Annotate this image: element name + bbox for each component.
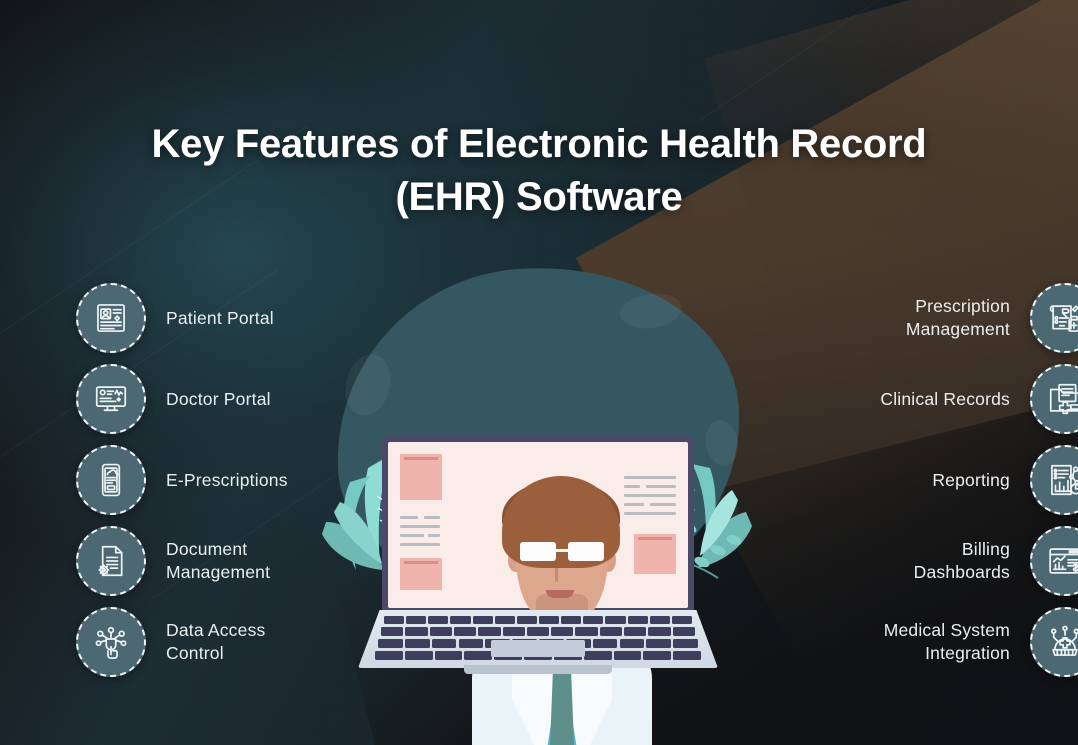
feature-item-prescription-management[interactable]: Prescription Management	[770, 278, 1078, 358]
feature-label: Document Management	[166, 539, 271, 582]
keyboard-key	[464, 651, 493, 660]
feature-item-medical-system-integration[interactable]: Medical System Integration	[770, 602, 1078, 682]
screen-text-line	[400, 543, 440, 546]
keyboard-key	[673, 651, 701, 660]
eyeglass-bridge	[556, 549, 568, 552]
mobile-prescription-icon	[76, 445, 146, 515]
keyboard-key	[453, 627, 477, 636]
laptop	[358, 436, 718, 745]
keyboard-key	[592, 639, 618, 648]
feature-label: Prescription Management	[905, 296, 1010, 339]
keyboard-key	[649, 616, 670, 624]
feature-label: Data Access Control	[166, 620, 266, 663]
screen-card	[400, 454, 442, 500]
eyeglasses	[520, 542, 604, 561]
feature-label: Clinical Records	[880, 388, 1010, 409]
page-title: Key Features of Electronic Health Record…	[0, 118, 1078, 224]
keyboard-key	[428, 616, 449, 624]
keyboard-key	[404, 651, 433, 660]
keyboard-key	[494, 616, 515, 624]
document-gear-icon	[76, 526, 146, 596]
keyboard-key	[539, 616, 560, 624]
keyboard-key	[613, 651, 642, 660]
keyboard-key	[516, 616, 537, 624]
screen-text-line	[424, 516, 440, 519]
feature-label: Doctor Portal	[166, 388, 271, 409]
rx-pad-pill-bottle-icon	[1030, 283, 1078, 353]
keyboard-key	[404, 639, 430, 648]
dashboard-bar-dollar-icon	[1030, 526, 1078, 596]
keyboard-key	[599, 627, 623, 636]
feature-label: E-Prescriptions	[166, 469, 288, 490]
hair-fringe	[510, 502, 614, 540]
feature-label: Reporting	[932, 469, 1010, 490]
feature-label: Medical System Integration	[883, 620, 1010, 663]
eyeglass-lens-right	[568, 542, 604, 561]
keyboard-key	[575, 627, 598, 636]
screen-text-line	[400, 525, 440, 528]
report-chart-analytics-icon	[1030, 445, 1078, 515]
screen-text-line	[400, 516, 418, 519]
doctor-emerging-from-laptop-illustration	[318, 254, 758, 745]
keyboard-key	[450, 616, 471, 624]
patient-record-card-icon	[76, 283, 146, 353]
keyboard-key	[375, 651, 403, 660]
feature-label: Patient Portal	[166, 307, 274, 328]
folder-medical-cross-icon	[1030, 364, 1078, 434]
keyboard-key	[434, 651, 463, 660]
laptop-front-edge	[464, 665, 612, 674]
keyboard-key	[378, 639, 403, 648]
keyboard-key	[646, 639, 672, 648]
necktie	[550, 672, 574, 745]
gear-medical-network-icon	[1030, 607, 1078, 677]
keyboard-key	[672, 627, 695, 636]
keyboard-key	[643, 651, 672, 660]
keyboard-key	[431, 639, 457, 648]
page-title-line-1: Key Features of Electronic Health Record	[151, 122, 927, 166]
keyboard-key	[583, 616, 604, 624]
laptop-keyboard	[358, 610, 718, 668]
laptop-trackpad[interactable]	[491, 640, 585, 657]
keyboard-key	[583, 651, 612, 660]
feature-item-reporting[interactable]: Reporting	[770, 440, 1078, 520]
desktop-monitor-vitals-icon	[76, 364, 146, 434]
keyboard-key	[458, 639, 484, 648]
screen-text-line	[400, 534, 424, 537]
keyboard-key	[526, 627, 550, 636]
page-title-line-2: (EHR) Software	[395, 174, 683, 219]
keyboard-key	[472, 616, 493, 624]
keyboard-key	[671, 616, 692, 624]
network-hand-touch-icon	[76, 607, 146, 677]
laptop-base	[358, 610, 718, 668]
keyboard-key	[624, 627, 647, 636]
keyboard-key	[561, 616, 582, 624]
feature-column-right: Prescription Management Clinical Records	[770, 278, 1078, 683]
screen-text-line	[428, 534, 440, 537]
keyboard-key	[627, 616, 648, 624]
feature-label: Billing Dashboards	[913, 539, 1010, 582]
screen-card	[400, 558, 442, 590]
keyboard-key	[502, 627, 525, 636]
keyboard-key	[384, 616, 405, 624]
keyboard-key	[381, 627, 404, 636]
keyboard-key	[429, 627, 452, 636]
keyboard-key	[406, 616, 427, 624]
keyboard-key	[605, 616, 626, 624]
infographic-canvas: Key Features of Electronic Health Record…	[0, 0, 1078, 745]
keyboard-key	[478, 627, 501, 636]
keyboard-key	[405, 627, 428, 636]
keyboard-key	[619, 639, 645, 648]
keyboard-key	[648, 627, 671, 636]
keyboard-key	[673, 639, 698, 648]
feature-item-billing-dashboards[interactable]: Billing Dashboards	[770, 521, 1078, 601]
feature-item-clinical-records[interactable]: Clinical Records	[770, 359, 1078, 439]
keyboard-key	[551, 627, 574, 636]
eyeglass-lens-left	[520, 542, 556, 561]
mouth	[546, 590, 574, 598]
